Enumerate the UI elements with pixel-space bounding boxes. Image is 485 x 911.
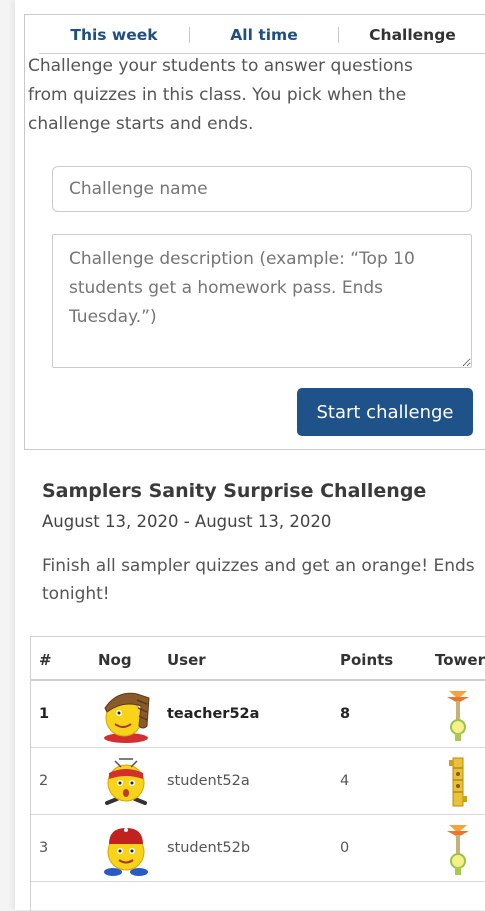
points-cell: 4 [340, 773, 350, 789]
user-cell[interactable]: student52b [167, 815, 250, 881]
nog-red-cap-icon [104, 828, 148, 876]
start-challenge-button[interactable]: Start challenge [297, 388, 473, 436]
nog-red-bandana-icon [105, 758, 147, 805]
challenge-description-input[interactable] [52, 234, 472, 368]
rank-cell: 2 [39, 773, 49, 789]
tower-orange-icon [447, 691, 469, 741]
table-row: 1 teacher52a 8 [31, 681, 485, 747]
challenge-name-input[interactable] [52, 166, 472, 212]
challenge-dates: August 13, 2020 - August 13, 2020 [42, 512, 332, 531]
tower-yellow-icon [449, 757, 467, 807]
column-header-tower: Tower [435, 651, 485, 669]
points-cell: 0 [340, 840, 350, 856]
row-divider [31, 881, 485, 882]
user-cell[interactable]: teacher52a [167, 681, 259, 747]
tab-challenge[interactable]: Challenge [339, 15, 485, 53]
tab-bar: This week All time Challenge [39, 15, 485, 54]
rank-cell: 1 [39, 706, 50, 722]
column-header-points: Points [340, 651, 394, 669]
column-header-rank: # [39, 651, 52, 669]
tower-orange-icon [447, 825, 469, 875]
column-header-nog: Nog [98, 651, 132, 669]
challenge-intro-text: Challenge your students to answer questi… [28, 56, 413, 134]
column-header-user: User [167, 651, 206, 669]
challenge-description: Finish all sampler quizzes and get an or… [42, 556, 475, 604]
leaderboard-table: # Nog User Points Tower 1 teacher52a 8 2 [30, 636, 485, 911]
user-cell[interactable]: student52a [167, 748, 250, 814]
nog-brown-hat-icon [104, 692, 150, 743]
table-row: 3 student52b 0 [31, 815, 485, 881]
tab-this-week[interactable]: This week [39, 15, 189, 53]
points-cell: 8 [340, 706, 351, 722]
rank-cell: 3 [39, 840, 49, 856]
challenge-title: Samplers Sanity Surprise Challenge [42, 480, 427, 502]
tab-all-time[interactable]: All time [190, 15, 338, 53]
table-row: 2 student52a 4 [31, 748, 485, 814]
